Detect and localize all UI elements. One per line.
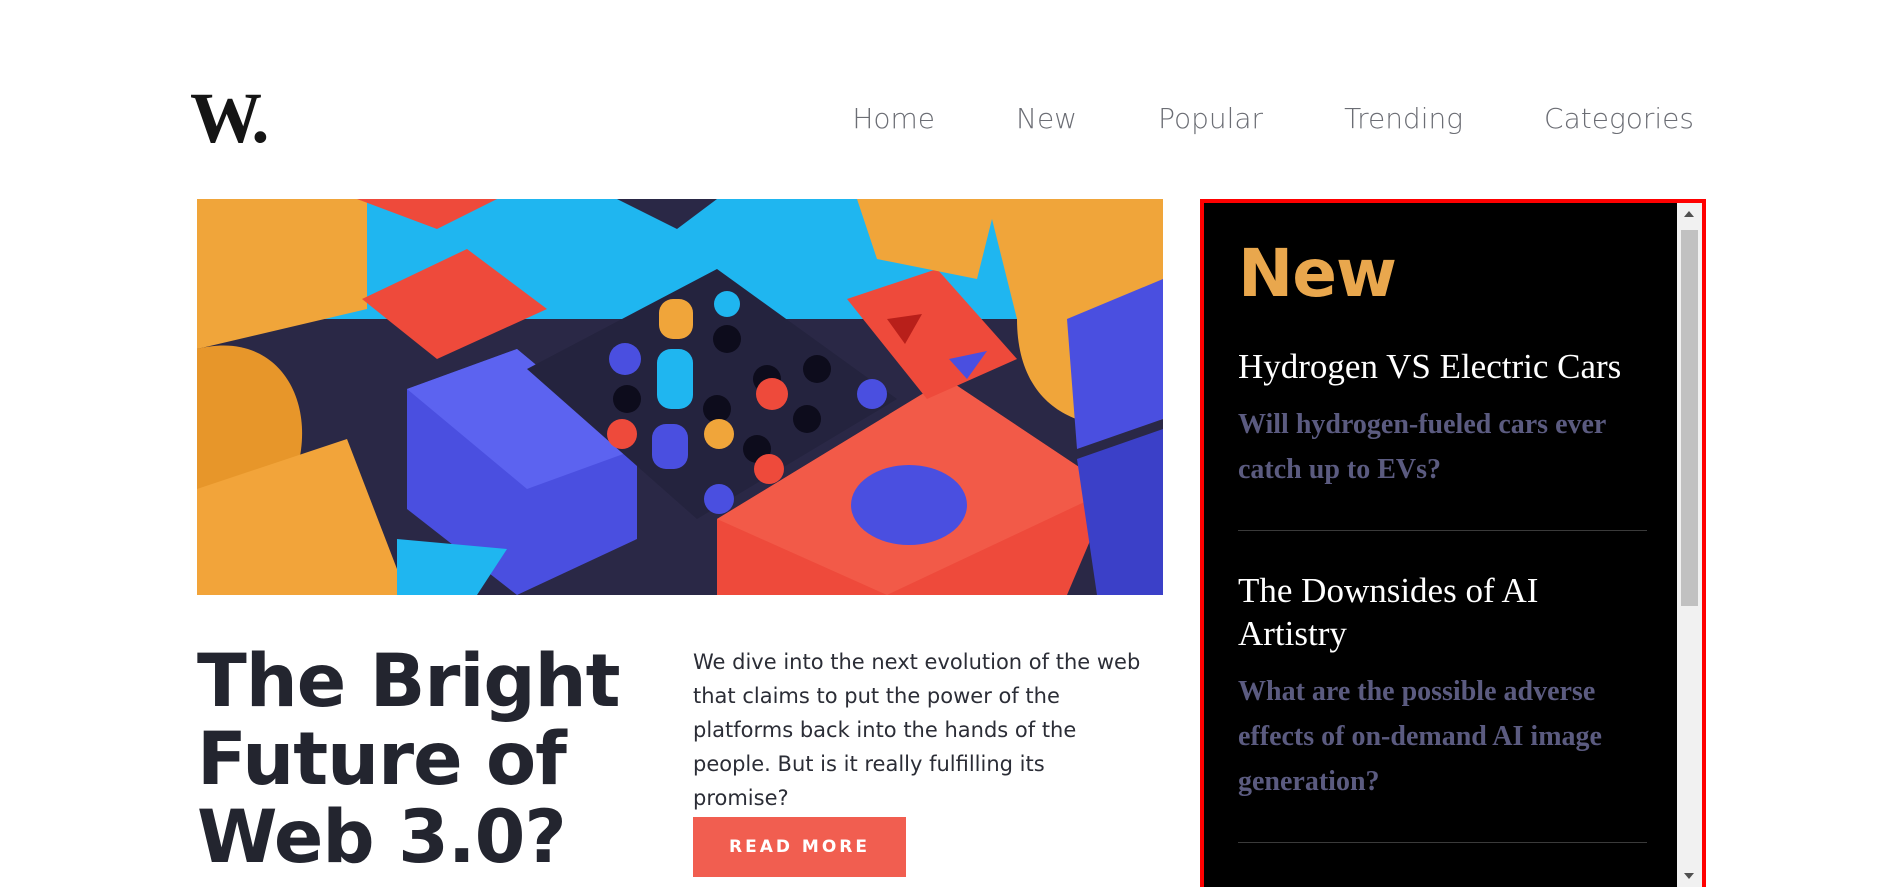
article-description: We dive into the next evolution of the w… (693, 650, 1141, 810)
nav-popular[interactable]: Popular (1158, 102, 1263, 135)
scroll-up-arrow-icon[interactable] (1677, 203, 1702, 225)
nav-categories[interactable]: Categories (1544, 102, 1694, 135)
main-nav: Home New Popular Trending Categories (852, 102, 1694, 135)
logo[interactable]: W. (190, 82, 269, 154)
nav-trending[interactable]: Trending (1344, 102, 1463, 135)
post-subtitle: What are the possible adverse effects of… (1238, 676, 1602, 797)
article-headline: The Bright Future of Web 3.0? (197, 639, 620, 880)
sidebar-heading: New (1238, 235, 1397, 312)
post-title[interactable]: The Downsides of AI Artistry (1238, 569, 1647, 655)
post-subtitle: Will hydrogen-fueled cars ever catch up … (1238, 409, 1606, 485)
new-posts-list: New Hydrogen VS Electric Cars Will hydro… (1204, 203, 1677, 887)
sidebar-scrollbar[interactable] (1677, 203, 1702, 887)
hero-illustration (197, 199, 1163, 595)
scroll-down-arrow-icon[interactable] (1677, 865, 1702, 887)
post-item[interactable]: Hydrogen VS Electric Cars Will hydrogen-… (1238, 345, 1647, 531)
nav-new[interactable]: New (1016, 102, 1077, 135)
post-item[interactable]: The Downsides of AI Artistry What are th… (1238, 569, 1647, 843)
hero-image (197, 199, 1163, 595)
scrollbar-thumb[interactable] (1681, 230, 1698, 606)
new-posts-panel: New Hydrogen VS Electric Cars Will hydro… (1200, 199, 1706, 887)
post-title[interactable]: Hydrogen VS Electric Cars (1238, 345, 1647, 388)
read-more-button[interactable]: READ MORE (693, 817, 906, 877)
nav-home[interactable]: Home (852, 102, 935, 135)
